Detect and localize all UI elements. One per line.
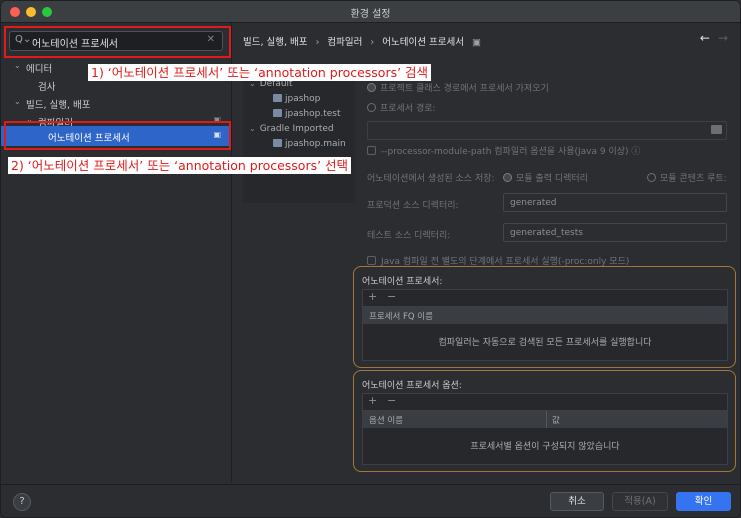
checkbox-icon	[367, 256, 376, 265]
test-dir-field[interactable]: generated_tests	[503, 223, 727, 242]
radio-module-content-root[interactable]: 모듈 콘텐츠 루트:	[647, 171, 727, 184]
processor-path-field[interactable]	[367, 121, 727, 140]
radio-label: 프로세서 경로:	[380, 104, 436, 114]
processors-title: 어노테이션 프로세서:	[362, 277, 443, 287]
options-table: 옵션 이름 값 프로세서별 옵션이 구성되지 않았습니다	[362, 410, 728, 465]
module-folder-icon	[273, 94, 282, 102]
project-scope-icon: ▣	[471, 37, 481, 48]
breadcrumb-current: 어노테이션 프로세서	[382, 37, 464, 48]
column-divider[interactable]	[546, 411, 547, 428]
help-button[interactable]: ?	[13, 493, 31, 511]
breadcrumb-compiler[interactable]: 컴파일러	[327, 37, 362, 48]
radio-label: 모듈 콘텐츠 루트:	[660, 174, 727, 184]
settings-content: 빌드, 실행, 배포 › 컴파일러 › 어노테이션 프로세서 ▣ ← → ⌄ Def…	[233, 23, 740, 483]
title-bar: 환경 설정	[1, 1, 740, 23]
processors-toolbar: + −	[362, 289, 728, 306]
sidebar-item-build[interactable]: ⌄ 빌드, 실행, 배포	[1, 94, 231, 112]
settings-sidebar: Q⌄ 어노테이션 프로세서 ✕ ⌄ 에디터 검사 ⌄ 빌드, 실행, 배포 ⌄ …	[1, 23, 232, 483]
radio-icon	[367, 83, 376, 92]
settings-window: 환경 설정 Q⌄ 어노테이션 프로세서 ✕ ⌄ 에디터 검사 ⌄ 빌드, 실행,…	[0, 0, 741, 518]
column-value[interactable]: 값	[552, 414, 560, 426]
store-sources-label: 어노테이션에서 생성된 소스 저장:	[367, 174, 495, 184]
folder-icon[interactable]	[711, 125, 722, 134]
radio-label: 프로젝트 클래스 경로에서 프로세서 가져오기	[380, 84, 549, 94]
radio-processors-classpath[interactable]: 프로젝트 클래스 경로에서 프로세서 가져오기	[367, 81, 549, 94]
module-jpashop-test[interactable]: jpashop.test	[273, 109, 341, 123]
radio-processor-path[interactable]: 프로세서 경로:	[367, 101, 436, 114]
sidebar-item-label: 빌드, 실행, 배포	[26, 100, 91, 111]
module-jpashop[interactable]: jpashop	[273, 94, 320, 108]
production-dir-field[interactable]: generated	[503, 193, 727, 212]
back-arrow-icon[interactable]: ←	[700, 31, 710, 45]
breadcrumb-build[interactable]: 빌드, 실행, 배포	[243, 37, 308, 48]
history-nav: ← →	[700, 31, 728, 45]
sidebar-item-label: 검사	[38, 82, 56, 93]
module-folder-icon	[273, 139, 282, 147]
processors-empty-text: 컴파일러는 자동으로 검색된 모든 프로세서를 실행합니다	[438, 338, 652, 348]
apply-button[interactable]: 적용(A)	[612, 492, 668, 511]
cancel-button[interactable]: 취소	[550, 492, 604, 511]
chevron-right-icon: ›	[315, 37, 320, 48]
help-icon[interactable]: ⓘ	[631, 147, 640, 157]
sidebar-item-label: 에디터	[26, 64, 53, 75]
radio-module-output[interactable]: 모듈 출력 디렉터리	[503, 171, 588, 184]
window-title: 환경 설정	[350, 9, 391, 20]
chevron-right-icon: ›	[370, 37, 375, 48]
module-jpashop-main[interactable]: jpashop.main	[273, 139, 346, 153]
column-option-name[interactable]: 옵션 이름	[369, 414, 403, 426]
annotation-step2: 2) ‘어노테이션 프로세서’ 또는 ‘annotation processor…	[8, 157, 352, 174]
processors-group: 어노테이션 프로세서: + − 프로세서 FQ 이름 컴파일러는 자동으로 검색…	[353, 266, 736, 368]
module-label: jpashop.main	[285, 139, 346, 149]
processors-table-header: 프로세서 FQ 이름	[363, 307, 727, 324]
chevron-down-icon: ⌄	[14, 97, 21, 106]
annotation-step1: 1) ‘어노테이션 프로세서’ 또는 ‘annotation processor…	[88, 64, 432, 81]
module-label: jpashop	[285, 94, 321, 104]
options-toolbar: + −	[362, 393, 728, 410]
forward-arrow-icon[interactable]: →	[718, 31, 728, 45]
options-group: 어노테이션 프로세서 옵션: + − 옵션 이름 값 프로세서별 옵션이 구성되…	[353, 370, 736, 472]
dialog-footer: ? 취소 적용(A) 확인	[1, 484, 740, 517]
radio-icon	[367, 103, 376, 112]
breadcrumb: 빌드, 실행, 배포 › 컴파일러 › 어노테이션 프로세서 ▣	[243, 34, 486, 48]
production-dir-label: 프로덕션 소스 디렉터리:	[367, 201, 459, 211]
checkbox-icon	[367, 146, 376, 155]
module-gradle-imported[interactable]: ⌄ Gradle Imported	[249, 124, 334, 138]
checkbox-label: --processor-module-path 컴파일러 옵션을 사용(Java…	[381, 147, 629, 157]
annotation-highlight-search	[4, 26, 231, 58]
options-title: 어노테이션 프로세서 옵션:	[362, 381, 462, 391]
processors-table: 프로세서 FQ 이름 컴파일러는 자동으로 검색된 모든 프로세서를 실행합니다	[362, 306, 728, 361]
remove-icon[interactable]: −	[387, 394, 396, 407]
module-label: jpashop.test	[285, 109, 341, 119]
column-fq-name[interactable]: 프로세서 FQ 이름	[369, 310, 433, 322]
add-icon[interactable]: +	[368, 290, 377, 303]
options-empty-text: 프로세서별 옵션이 구성되지 않았습니다	[470, 442, 620, 452]
radio-icon	[503, 173, 512, 182]
annotation-highlight-selection	[4, 121, 231, 150]
radio-icon	[647, 173, 656, 182]
module-folder-icon	[273, 109, 282, 117]
add-icon[interactable]: +	[368, 394, 377, 407]
module-label: Gradle Imported	[259, 124, 334, 134]
module-path-checkbox[interactable]: --processor-module-path 컴파일러 옵션을 사용(Java…	[367, 144, 640, 157]
remove-icon[interactable]: −	[387, 290, 396, 303]
ok-button[interactable]: 확인	[676, 492, 731, 511]
chevron-down-icon: ⌄	[14, 61, 21, 70]
options-table-header: 옵션 이름 값	[363, 411, 727, 428]
radio-label: 모듈 출력 디렉터리	[516, 174, 588, 184]
chevron-down-icon: ⌄	[249, 124, 256, 133]
module-default[interactable]: ⌄ Default	[249, 79, 293, 93]
test-dir-label: 테스트 소스 디렉터리:	[367, 231, 451, 241]
